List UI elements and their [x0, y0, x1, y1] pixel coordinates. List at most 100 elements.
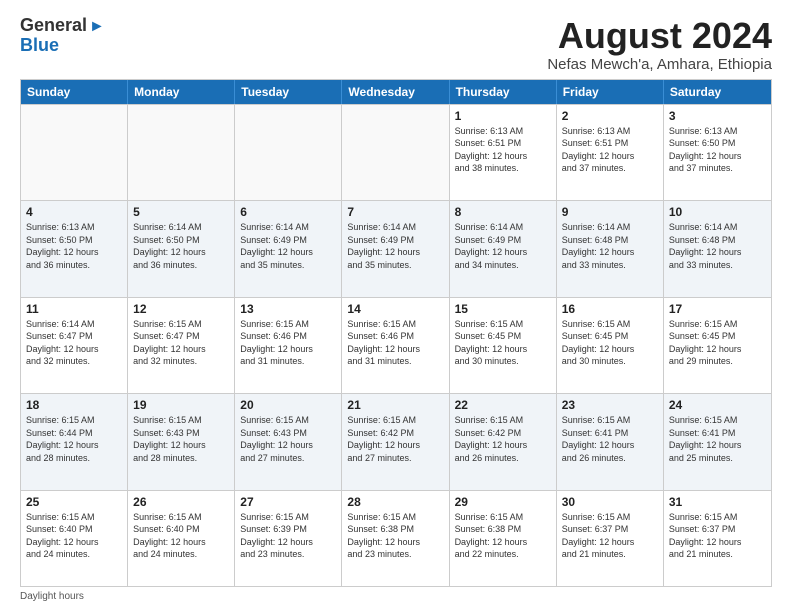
table-row	[342, 105, 449, 200]
cell-date-7: 7	[347, 205, 443, 219]
cell-info-28: Sunrise: 6:15 AM Sunset: 6:38 PM Dayligh…	[347, 511, 443, 561]
table-row: 20 Sunrise: 6:15 AM Sunset: 6:43 PM Dayli…	[235, 394, 342, 489]
table-row: 29Sunrise: 6:15 AM Sunset: 6:38 PM Dayli…	[450, 491, 557, 586]
cell-info-7: Sunrise: 6:14 AM Sunset: 6:49 PM Dayligh…	[347, 221, 443, 271]
cell-date-29: 29	[455, 495, 551, 509]
cell-info-14: Sunrise: 6:15 AM Sunset: 6:46 PM Dayligh…	[347, 318, 443, 368]
month-title: August 2024	[547, 16, 772, 56]
table-row: 11 Sunrise: 6:14 AM Sunset: 6:47 PM Dayli…	[21, 298, 128, 393]
calendar-header-row: SundayMondayTuesdayWednesdayThursdayFrid…	[21, 80, 771, 104]
calendar-week-3: 11 Sunrise: 6:14 AM Sunset: 6:47 PM Dayli…	[21, 297, 771, 393]
cell-info-20: Sunrise: 6:15 AM Sunset: 6:43 PM Dayligh…	[240, 414, 336, 464]
table-row: 3 Sunrise: 6:13 AM Sunset: 6:50 PM Daylig…	[664, 105, 771, 200]
calendar-header-tuesday: Tuesday	[235, 80, 342, 104]
cell-date-6: 6	[240, 205, 336, 219]
table-row: 24 Sunrise: 6:15 AM Sunset: 6:41 PM Dayli…	[664, 394, 771, 489]
cell-info-22: Sunrise: 6:15 AM Sunset: 6:42 PM Dayligh…	[455, 414, 551, 464]
cell-info-13: Sunrise: 6:15 AM Sunset: 6:46 PM Dayligh…	[240, 318, 336, 368]
cell-date-14: 14	[347, 302, 443, 316]
table-row: 7 Sunrise: 6:14 AM Sunset: 6:49 PM Daylig…	[342, 201, 449, 296]
cell-date-20: 20	[240, 398, 336, 412]
table-row: 15Sunrise: 6:15 AM Sunset: 6:45 PM Dayli…	[450, 298, 557, 393]
cell-info-6: Sunrise: 6:14 AM Sunset: 6:49 PM Dayligh…	[240, 221, 336, 271]
cell-date-8: 8	[455, 205, 551, 219]
cell-info-11: Sunrise: 6:14 AM Sunset: 6:47 PM Dayligh…	[26, 318, 122, 368]
table-row: 13 Sunrise: 6:15 AM Sunset: 6:46 PM Dayli…	[235, 298, 342, 393]
calendar: SundayMondayTuesdayWednesdayThursdayFrid…	[20, 79, 772, 587]
table-row: 1 Sunrise: 6:13 AM Sunset: 6:51 PM Daylig…	[450, 105, 557, 200]
cell-date-25: 25	[26, 495, 122, 509]
cell-date-10: 10	[669, 205, 766, 219]
cell-date-1: 1	[455, 109, 551, 123]
cell-info-19: Sunrise: 6:15 AM Sunset: 6:43 PM Dayligh…	[133, 414, 229, 464]
table-row: 17 Sunrise: 6:15 AM Sunset: 6:45 PM Dayli…	[664, 298, 771, 393]
cell-date-21: 21	[347, 398, 443, 412]
cell-date-23: 23	[562, 398, 658, 412]
table-row: 18 Sunrise: 6:15 AM Sunset: 6:44 PM Dayli…	[21, 394, 128, 489]
cell-info-30: Sunrise: 6:15 AM Sunset: 6:37 PM Dayligh…	[562, 511, 658, 561]
cell-info-3: Sunrise: 6:13 AM Sunset: 6:50 PM Dayligh…	[669, 125, 766, 175]
cell-date-3: 3	[669, 109, 766, 123]
cell-info-23: Sunrise: 6:15 AM Sunset: 6:41 PM Dayligh…	[562, 414, 658, 464]
table-row: 23 Sunrise: 6:15 AM Sunset: 6:41 PM Dayli…	[557, 394, 664, 489]
table-row: 26Sunrise: 6:15 AM Sunset: 6:40 PM Dayli…	[128, 491, 235, 586]
cell-info-4: Sunrise: 6:13 AM Sunset: 6:50 PM Dayligh…	[26, 221, 122, 271]
logo: General► Blue	[20, 16, 105, 56]
table-row: 9 Sunrise: 6:14 AM Sunset: 6:48 PM Daylig…	[557, 201, 664, 296]
calendar-header-monday: Monday	[128, 80, 235, 104]
calendar-header-saturday: Saturday	[664, 80, 771, 104]
table-row: 8Sunrise: 6:14 AM Sunset: 6:49 PM Daylig…	[450, 201, 557, 296]
cell-date-17: 17	[669, 302, 766, 316]
cell-info-10: Sunrise: 6:14 AM Sunset: 6:48 PM Dayligh…	[669, 221, 766, 271]
cell-info-21: Sunrise: 6:15 AM Sunset: 6:42 PM Dayligh…	[347, 414, 443, 464]
table-row	[235, 105, 342, 200]
calendar-header-wednesday: Wednesday	[342, 80, 449, 104]
calendar-week-4: 18 Sunrise: 6:15 AM Sunset: 6:44 PM Dayli…	[21, 393, 771, 489]
cell-date-9: 9	[562, 205, 658, 219]
table-row: 31Sunrise: 6:15 AM Sunset: 6:37 PM Dayli…	[664, 491, 771, 586]
table-row: 6 Sunrise: 6:14 AM Sunset: 6:49 PM Daylig…	[235, 201, 342, 296]
cell-info-17: Sunrise: 6:15 AM Sunset: 6:45 PM Dayligh…	[669, 318, 766, 368]
cell-info-25: Sunrise: 6:15 AM Sunset: 6:40 PM Dayligh…	[26, 511, 122, 561]
cell-info-2: Sunrise: 6:13 AM Sunset: 6:51 PM Dayligh…	[562, 125, 658, 175]
cell-date-13: 13	[240, 302, 336, 316]
cell-info-26: Sunrise: 6:15 AM Sunset: 6:40 PM Dayligh…	[133, 511, 229, 561]
table-row: 4Sunrise: 6:13 AM Sunset: 6:50 PM Daylig…	[21, 201, 128, 296]
cell-date-28: 28	[347, 495, 443, 509]
table-row: 28 Sunrise: 6:15 AM Sunset: 6:38 PM Dayli…	[342, 491, 449, 586]
cell-info-5: Sunrise: 6:14 AM Sunset: 6:50 PM Dayligh…	[133, 221, 229, 271]
table-row: 14 Sunrise: 6:15 AM Sunset: 6:46 PM Dayli…	[342, 298, 449, 393]
cell-date-18: 18	[26, 398, 122, 412]
logo-icon: ►	[89, 18, 105, 35]
cell-info-1: Sunrise: 6:13 AM Sunset: 6:51 PM Dayligh…	[455, 125, 551, 175]
cell-date-24: 24	[669, 398, 766, 412]
table-row: 16 Sunrise: 6:15 AM Sunset: 6:45 PM Dayli…	[557, 298, 664, 393]
cell-info-12: Sunrise: 6:15 AM Sunset: 6:47 PM Dayligh…	[133, 318, 229, 368]
table-row: 22 Sunrise: 6:15 AM Sunset: 6:42 PM Dayli…	[450, 394, 557, 489]
calendar-week-5: 25 Sunrise: 6:15 AM Sunset: 6:40 PM Dayli…	[21, 490, 771, 586]
cell-date-11: 11	[26, 302, 122, 316]
table-row: 2Sunrise: 6:13 AM Sunset: 6:51 PM Daylig…	[557, 105, 664, 200]
table-row: 5Sunrise: 6:14 AM Sunset: 6:50 PM Daylig…	[128, 201, 235, 296]
table-row: 19 Sunrise: 6:15 AM Sunset: 6:43 PM Dayli…	[128, 394, 235, 489]
cell-date-22: 22	[455, 398, 551, 412]
calendar-header-friday: Friday	[557, 80, 664, 104]
cell-info-24: Sunrise: 6:15 AM Sunset: 6:41 PM Dayligh…	[669, 414, 766, 464]
calendar-week-1: 1 Sunrise: 6:13 AM Sunset: 6:51 PM Daylig…	[21, 104, 771, 200]
calendar-header-sunday: Sunday	[21, 80, 128, 104]
cell-info-9: Sunrise: 6:14 AM Sunset: 6:48 PM Dayligh…	[562, 221, 658, 271]
table-row: 21 Sunrise: 6:15 AM Sunset: 6:42 PM Dayli…	[342, 394, 449, 489]
cell-date-12: 12	[133, 302, 229, 316]
cell-date-19: 19	[133, 398, 229, 412]
cell-info-16: Sunrise: 6:15 AM Sunset: 6:45 PM Dayligh…	[562, 318, 658, 368]
table-row	[128, 105, 235, 200]
cell-info-18: Sunrise: 6:15 AM Sunset: 6:44 PM Dayligh…	[26, 414, 122, 464]
cell-info-15: Sunrise: 6:15 AM Sunset: 6:45 PM Dayligh…	[455, 318, 551, 368]
footer-note: Daylight hours	[20, 591, 772, 602]
cell-date-16: 16	[562, 302, 658, 316]
table-row: 27Sunrise: 6:15 AM Sunset: 6:39 PM Dayli…	[235, 491, 342, 586]
calendar-week-2: 4Sunrise: 6:13 AM Sunset: 6:50 PM Daylig…	[21, 200, 771, 296]
table-row: 25 Sunrise: 6:15 AM Sunset: 6:40 PM Dayli…	[21, 491, 128, 586]
cell-date-31: 31	[669, 495, 766, 509]
cell-info-27: Sunrise: 6:15 AM Sunset: 6:39 PM Dayligh…	[240, 511, 336, 561]
